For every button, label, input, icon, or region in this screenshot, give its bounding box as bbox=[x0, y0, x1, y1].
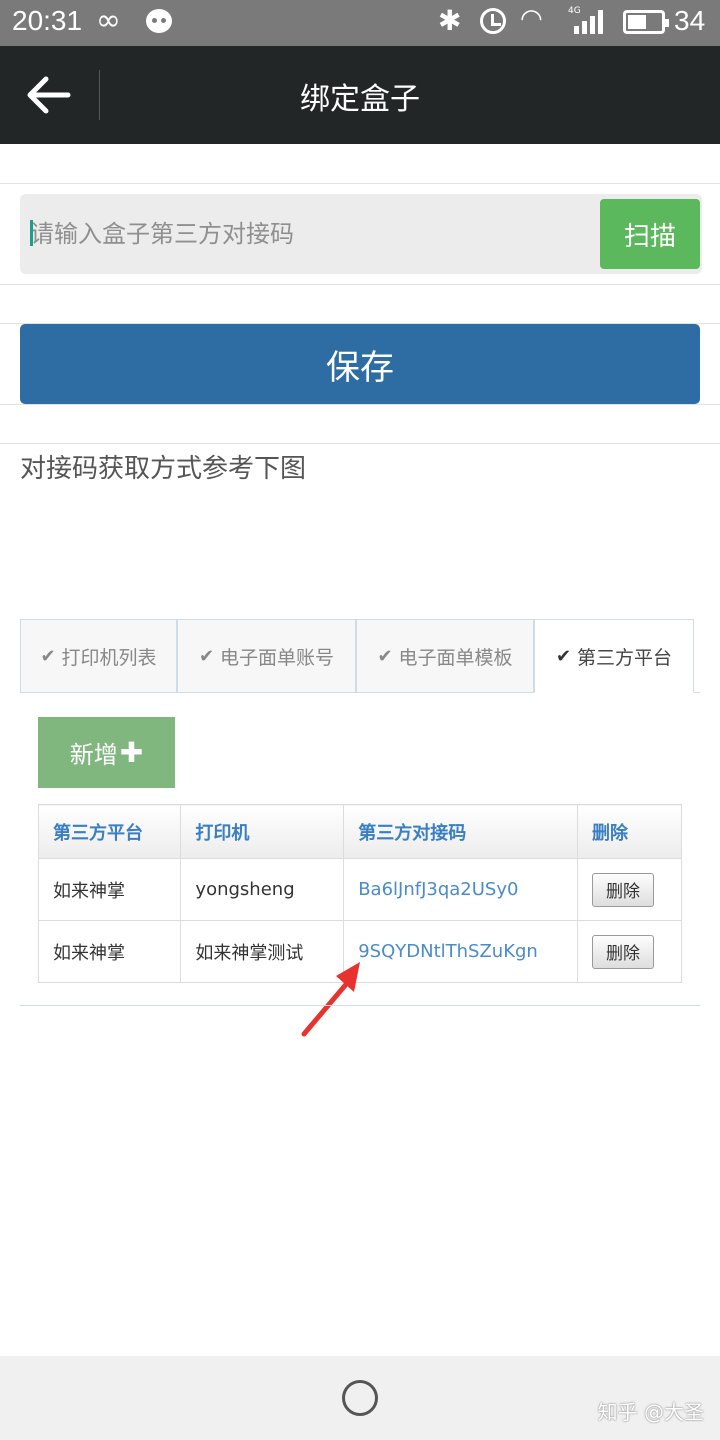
tab-waybill-account: ✔ 电子面单账号 bbox=[177, 619, 356, 693]
page-title: 绑定盒子 bbox=[300, 82, 420, 117]
add-button: 新增 ✚ bbox=[38, 717, 175, 788]
infinity-icon: ∞ bbox=[96, 3, 121, 38]
cell-delete: 删除 bbox=[577, 920, 682, 983]
status-time: 20:31 bbox=[12, 5, 83, 36]
bluetooth-icon: ✱ bbox=[438, 4, 462, 37]
hint-text: 对接码获取方式参考下图 bbox=[20, 454, 307, 484]
header-code: 第三方对接码 bbox=[343, 804, 579, 859]
cell-platform: 如来神掌 bbox=[37, 858, 182, 921]
cell-platform: 如来神掌 bbox=[37, 920, 182, 983]
status-bar: 20:31 ∞ ✱ ◠ 4G 34 bbox=[0, 0, 720, 46]
check-icon: ✔ bbox=[40, 645, 56, 667]
cell-printer: yongsheng bbox=[180, 858, 345, 921]
check-icon: ✔ bbox=[198, 645, 215, 667]
check-icon: ✔ bbox=[377, 645, 393, 667]
battery-icon bbox=[623, 10, 669, 34]
scan-button[interactable]: 扫描 bbox=[600, 199, 700, 269]
tab-waybill-template: ✔ 电子面单模板 bbox=[356, 619, 534, 693]
tab-third-party: ✔ 第三方平台 bbox=[534, 619, 694, 693]
signal-icon bbox=[568, 10, 604, 34]
tab-label: 电子面单模板 bbox=[398, 646, 513, 669]
reference-divider bbox=[20, 1005, 700, 1006]
code-input-row: 扫描 bbox=[20, 194, 702, 274]
save-button[interactable]: 保存 bbox=[20, 324, 700, 404]
divider bbox=[0, 443, 720, 444]
delete-button: 删除 bbox=[592, 934, 655, 969]
chat-icon bbox=[146, 9, 172, 33]
alarm-icon bbox=[480, 8, 506, 34]
watermark: 知乎 @大圣 bbox=[597, 1400, 704, 1424]
tab-label: 第三方平台 bbox=[577, 646, 673, 669]
cell-delete: 删除 bbox=[577, 858, 682, 921]
red-arrow-annotation bbox=[301, 962, 360, 1037]
delete-button: 删除 bbox=[592, 872, 655, 907]
battery-level: 34 bbox=[674, 5, 706, 36]
tab-printer-list: ✔ 打印机列表 bbox=[20, 619, 177, 693]
cell-code: Ba6lJnfJ3qa2USy0 bbox=[343, 858, 579, 921]
nav-bar: 绑定盒子 bbox=[0, 46, 720, 144]
reference-image: ✔ 打印机列表 ✔ 电子面单账号 ✔ 电子面单模板 ✔ 第三方平台 新增 ✚ 第三方平台 … bbox=[20, 618, 700, 1037]
header-platform: 第三方平台 bbox=[37, 804, 182, 859]
wifi-icon: ◠ bbox=[520, 4, 543, 34]
home-button[interactable] bbox=[342, 1380, 378, 1416]
divider bbox=[0, 183, 720, 184]
table-row: 如来神掌 yongsheng Ba6lJnfJ3qa2USy0 删除 bbox=[37, 858, 682, 921]
divider bbox=[0, 284, 720, 285]
tab-label: 电子面单账号 bbox=[220, 646, 335, 669]
header-printer: 打印机 bbox=[180, 804, 345, 859]
check-icon: ✔ bbox=[555, 645, 572, 667]
header-delete: 删除 bbox=[577, 804, 682, 859]
add-label: 新增 bbox=[69, 741, 118, 769]
system-nav-bar: 知乎 @大圣 bbox=[0, 1356, 720, 1440]
divider bbox=[0, 404, 720, 405]
reference-tabs: ✔ 打印机列表 ✔ 电子面单账号 ✔ 电子面单模板 ✔ 第三方平台 bbox=[20, 618, 700, 693]
tab-label: 打印机列表 bbox=[61, 646, 157, 669]
plus-icon: ✚ bbox=[119, 736, 144, 769]
code-input[interactable] bbox=[30, 210, 590, 258]
text-caret bbox=[30, 220, 33, 246]
table-header: 第三方平台 打印机 第三方对接码 删除 bbox=[37, 804, 682, 859]
